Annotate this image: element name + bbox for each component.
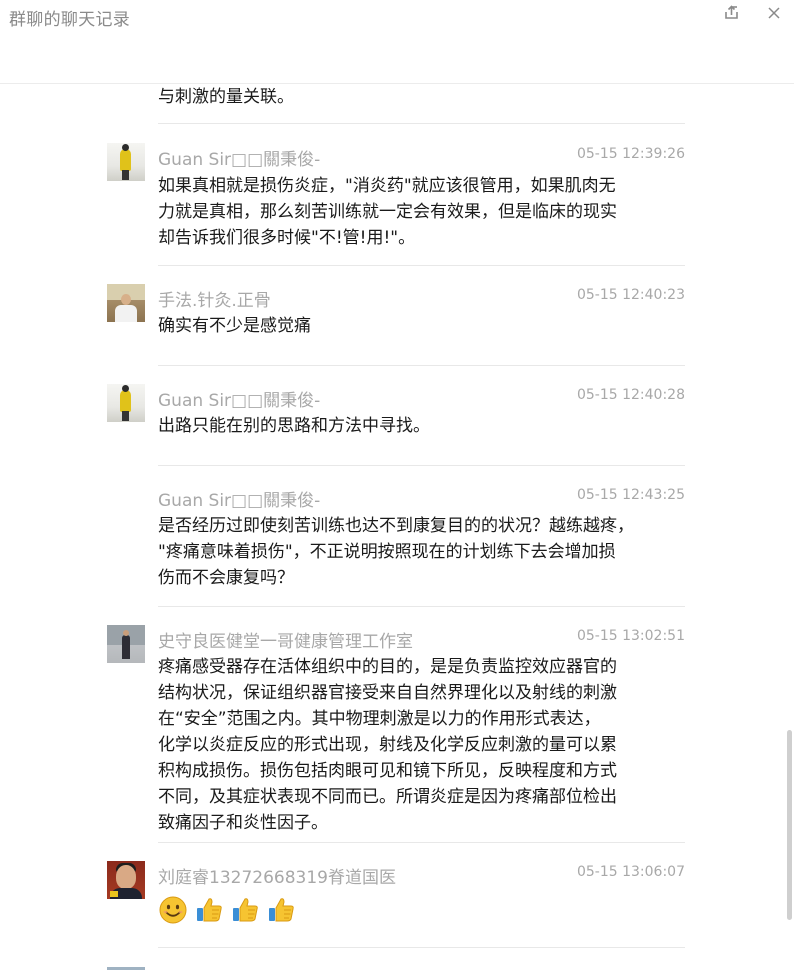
sender-name: 手法.针灸.正骨 [158,291,271,311]
share-icon[interactable] [722,3,742,23]
text-line: 伤而不会康复吗？ [158,568,294,588]
text-line: 确实有不少是感觉痛 [158,316,311,336]
title-bar: 群聊的聊天记录 [0,0,794,84]
text-line: 是否经历过即使刻苦训练也达不到康复目的的状况？越练越疼， [158,516,634,536]
text-line: 在“安全”范围之内。其中物理刺激是以力的作用形式表达， [158,709,601,729]
sender-name: 刘庭睿13272668319脊道国医 [158,868,396,888]
avatar[interactable] [107,625,145,663]
thumbs-up-emoji [194,895,224,925]
message-divider [158,123,685,124]
smile-emoji [158,895,188,925]
message-time: 05-15 12:43:25 [576,487,685,503]
thumbs-up-emoji [266,895,296,925]
message-divider [158,842,685,843]
avatar[interactable] [107,384,145,422]
message-text: 确实有不少是感觉痛 [158,313,653,339]
message-time: 05-15 12:39:26 [576,146,685,162]
text-line: 却告诉我们很多时候"不!管!用!"。 [158,228,416,248]
message-time: 05-15 13:06:07 [576,864,685,880]
text-line: 如果真相就是损伤炎症，"消炎药"就应该很管用，如果肌肉无 [158,176,616,196]
message-divider [158,365,685,366]
close-icon[interactable] [764,3,784,23]
avatar[interactable] [107,284,145,322]
message-text: 如果真相就是损伤炎症，"消炎药"就应该很管用，如果肌肉无 力就是真相，那么刻苦训… [158,173,653,251]
message-divider [158,947,685,948]
emoji-row [158,895,296,925]
scrollbar-thumb[interactable] [787,730,792,920]
text-line: 出路只能在别的思路和方法中寻找。 [158,416,430,436]
message-text: 是否经历过即使刻苦训练也达不到康复目的的状况？越练越疼， "疼痛意味着损伤"，不… [158,513,653,591]
sender-name: 史守良医健堂一哥健康管理工作室 [158,632,413,652]
text-line: 疼痛感受器存在活体组织中的目的，是是负责监控效应器官的 [158,657,617,677]
scrollbar-track[interactable] [786,84,794,970]
sender-name: Guan Sir□□關秉俊- [158,491,321,511]
avatar[interactable] [107,861,145,899]
text-line: 力就是真相，那么刻苦训练就一定会有效果，但是临床的现实 [158,202,617,222]
sender-name: Guan Sir□□關秉俊- [158,150,321,170]
message-divider [158,606,685,607]
text-line: "疼痛意味着损伤"，不正说明按照现在的计划练下去会增加损 [158,542,616,562]
chat-history[interactable]: 与刺激的量关联。 Guan Sir□□關秉俊- 05-15 12:39:26 如… [0,84,786,970]
text-line: 积构成损伤。损伤包括肉眼可见和镜下所见，反映程度和方式 [158,761,617,781]
text-line: 化学以炎症反应的形式出现，射线及化学反应刺激的量可以累 [158,735,617,755]
message-divider [158,265,685,266]
message-text: 疼痛感受器存在活体组织中的目的，是是负责监控效应器官的 结构状况，保证组织器官接… [158,654,653,836]
message-time: 05-15 13:02:51 [576,628,685,644]
message-text: 出路只能在别的思路和方法中寻找。 [158,413,653,439]
message-divider [158,465,685,466]
message-time: 05-15 12:40:23 [576,287,685,303]
thumbs-up-emoji [230,895,260,925]
text-line: 不同，及其症状表现不同而已。所谓炎症是因为疼痛部位检出 [158,787,617,807]
message-time: 05-15 12:40:28 [576,387,685,403]
window-title: 群聊的聊天记录 [9,10,131,30]
sender-name: Guan Sir□□關秉俊- [158,391,321,411]
avatar[interactable] [107,143,145,181]
message-text-partial: 与刺激的量关联。 [158,87,294,107]
text-line: 致痛因子和炎性因子。 [158,813,328,833]
text-line: 结构状况，保证组织器官接受来自自然界理化以及射线的刺激 [158,683,617,703]
